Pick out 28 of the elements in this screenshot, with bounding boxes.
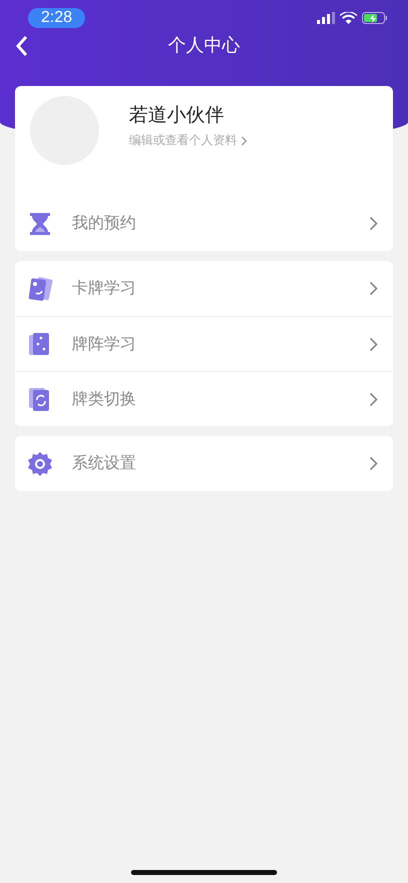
chevron-icon xyxy=(369,216,378,231)
status-time: 2:28 xyxy=(28,8,86,28)
menu-label: 卡牌学习 xyxy=(72,278,137,299)
menu-label: 牌类切换 xyxy=(72,388,137,410)
menu-item[interactable]: 牌阵学习 xyxy=(15,316,393,371)
menu-item[interactable]: 我的预约 xyxy=(15,196,393,251)
chevron-icon xyxy=(369,336,378,352)
profile-card[interactable]: 若道小伙伴 编辑或查看个人资料 xyxy=(15,86,393,196)
user-name: 若道小伙伴 xyxy=(129,103,225,128)
hourglass-icon xyxy=(27,210,53,236)
menu-label: 我的预约 xyxy=(72,213,137,234)
settings-icon xyxy=(27,450,53,476)
menu-item[interactable]: 卡牌学习 xyxy=(15,261,393,316)
edit-profile-link[interactable]: 编辑或查看个人资料 xyxy=(129,132,247,149)
card-icon xyxy=(27,276,53,302)
battery-icon xyxy=(362,12,388,24)
chevron-icon xyxy=(369,456,378,471)
menu-item[interactable]: 系统设置 xyxy=(15,436,393,491)
page-title: 个人中心 xyxy=(168,34,240,57)
menu-label: 牌阵学习 xyxy=(72,334,137,354)
menu-item[interactable]: 牌类切换 xyxy=(15,371,393,426)
back-button[interactable] xyxy=(14,34,30,58)
menu-label: 系统设置 xyxy=(72,453,137,474)
chevron-icon xyxy=(369,281,378,296)
signal-icon xyxy=(317,12,335,24)
wifi-icon xyxy=(340,12,357,24)
chevron-icon xyxy=(241,136,247,146)
chevron-icon xyxy=(369,392,378,406)
